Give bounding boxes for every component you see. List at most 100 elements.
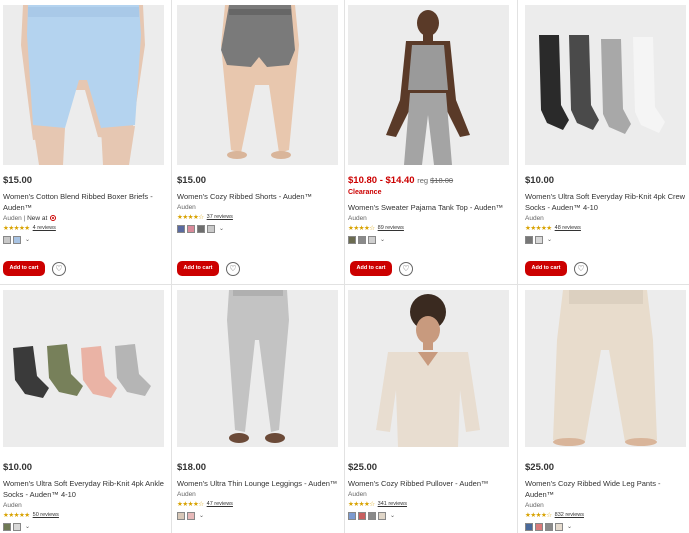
color-swatch[interactable] [378, 511, 386, 520]
product-card[interactable]: $25.00 Women's Cozy Ribbed Pullover - Au… [345, 285, 517, 533]
product-title[interactable]: Women's Cotton Blend Ribbed Boxer Briefs… [3, 191, 168, 213]
add-to-cart-button[interactable]: Add to cart [525, 261, 567, 276]
star-rating-icon: ★★★★☆ [348, 501, 375, 508]
product-price: $15.00 [3, 175, 33, 186]
product-image[interactable] [525, 5, 686, 165]
product-title[interactable]: Women's Cozy Ribbed Shorts - Auden™ [177, 191, 342, 202]
product-brand[interactable]: Auden [3, 501, 168, 510]
product-rating: ★★★★☆ 341 reviews [348, 500, 513, 509]
color-swatch[interactable] [348, 235, 356, 244]
color-swatch[interactable] [197, 224, 205, 233]
product-image[interactable] [525, 290, 686, 447]
product-card[interactable]: $15.00 Women's Cotton Blend Ribbed Boxer… [0, 0, 172, 285]
add-to-cart-button[interactable]: Add to cart [3, 261, 45, 276]
product-title[interactable]: Women's Cozy Ribbed Wide Leg Pants - Aud… [525, 478, 689, 500]
heart-icon[interactable]: ♡ [52, 261, 66, 276]
star-rating-icon: ★★★★★ [3, 225, 30, 232]
star-rating-icon: ★★★★★ [3, 512, 30, 519]
reviews-link[interactable]: 47 reviews [207, 500, 233, 509]
product-brand[interactable]: Auden [525, 214, 689, 223]
color-swatch[interactable] [13, 522, 21, 531]
target-bullseye-icon [50, 215, 57, 221]
star-rating-icon: ★★★★★ [525, 225, 552, 232]
chevron-down-icon[interactable]: ⌄ [390, 512, 395, 519]
color-swatch[interactable] [3, 522, 11, 531]
star-rating-icon: ★★★★☆ [177, 214, 204, 221]
color-swatch[interactable] [535, 522, 543, 531]
product-title[interactable]: Women's Ultra Thin Lounge Leggings - Aud… [177, 478, 342, 489]
color-swatch[interactable] [368, 511, 376, 520]
product-card[interactable]: $10.00 Women's Ultra Soft Everyday Rib-K… [518, 0, 689, 285]
product-brand[interactable]: Auden [525, 501, 689, 510]
product-card[interactable]: $25.00 Women's Cozy Ribbed Wide Leg Pant… [518, 285, 689, 533]
reviews-link[interactable]: 37 reviews [207, 213, 233, 222]
heart-icon[interactable]: ♡ [399, 261, 413, 276]
product-brand[interactable]: Auden [348, 214, 513, 223]
reviews-link[interactable]: 50 reviews [33, 511, 59, 520]
chevron-down-icon[interactable]: ⌄ [547, 236, 552, 243]
heart-icon[interactable]: ♡ [226, 261, 240, 276]
product-card[interactable]: $18.00 Women's Ultra Thin Lounge Legging… [172, 285, 344, 533]
color-swatch[interactable] [3, 235, 11, 244]
product-image[interactable] [177, 5, 338, 165]
product-title[interactable]: Women's Ultra Soft Everyday Rib-Knit 4pk… [3, 478, 168, 500]
color-swatches: ⌄ [525, 235, 689, 244]
product-grid: $15.00 Women's Cotton Blend Ribbed Boxer… [0, 0, 689, 533]
color-swatch[interactable] [348, 511, 356, 520]
reviews-link[interactable]: 832 reviews [555, 511, 584, 520]
product-brand[interactable]: Auden [177, 203, 342, 212]
color-swatch[interactable] [187, 511, 195, 520]
chevron-down-icon[interactable]: ⌄ [199, 512, 204, 519]
product-price: $10.80 - $14.40 reg $18.00 [348, 174, 513, 187]
product-image[interactable] [3, 290, 164, 447]
chevron-down-icon[interactable]: ⌄ [25, 236, 30, 243]
product-brand[interactable]: Auden [177, 490, 342, 499]
product-brand[interactable]: Auden [348, 490, 513, 499]
color-swatch[interactable] [177, 511, 185, 520]
product-rating: ★★★★☆ 37 reviews [177, 213, 342, 222]
color-swatch[interactable] [535, 235, 543, 244]
reviews-link[interactable]: 341 reviews [378, 500, 407, 509]
star-rating-icon: ★★★★☆ [177, 501, 204, 508]
color-swatch[interactable] [207, 224, 215, 233]
product-card[interactable]: $10.00 Women's Ultra Soft Everyday Rib-K… [0, 285, 172, 533]
color-swatch[interactable] [358, 511, 366, 520]
star-rating-icon: ★★★★☆ [525, 512, 552, 519]
color-swatches: ⌄ [177, 511, 342, 520]
product-image[interactable] [3, 5, 164, 165]
product-title[interactable]: Women's Ultra Soft Everyday Rib-Knit 4pk… [525, 191, 689, 213]
brand-name[interactable]: Auden [3, 215, 22, 222]
reviews-link[interactable]: 4 reviews [33, 224, 56, 233]
color-swatch[interactable] [187, 224, 195, 233]
color-swatch[interactable] [358, 235, 366, 244]
color-swatch[interactable] [525, 235, 533, 244]
chevron-down-icon[interactable]: ⌄ [567, 523, 572, 530]
color-swatches: ⌄ [348, 511, 513, 520]
reviews-link[interactable]: 89 reviews [378, 224, 404, 233]
chevron-down-icon[interactable]: ⌄ [25, 523, 30, 530]
product-image[interactable] [177, 290, 338, 447]
chevron-down-icon[interactable]: ⌄ [219, 225, 224, 232]
product-title[interactable]: Women's Sweater Pajama Tank Top - Auden™ [348, 202, 513, 213]
product-price: $25.00 [348, 462, 378, 473]
product-card[interactable]: $15.00 Women's Cozy Ribbed Shorts - Aude… [172, 0, 344, 285]
reviews-link[interactable]: 48 reviews [555, 224, 581, 233]
product-title[interactable]: Women's Cozy Ribbed Pullover - Auden™ [348, 478, 513, 489]
heart-icon[interactable]: ♡ [574, 261, 588, 276]
add-to-cart-button[interactable]: Add to cart [177, 261, 219, 276]
product-price: $10.00 [525, 175, 555, 186]
product-card[interactable]: $10.80 - $14.40 reg $18.00 Clearance Wom… [345, 0, 517, 285]
star-rating-icon: ★★★★☆ [348, 225, 375, 232]
color-swatch[interactable] [368, 235, 376, 244]
add-to-cart-button[interactable]: Add to cart [350, 261, 392, 276]
regular-price: $18.00 [430, 176, 454, 185]
color-swatch[interactable] [555, 522, 563, 531]
color-swatches: ⌄ [3, 522, 168, 531]
product-image[interactable] [348, 5, 509, 165]
product-image[interactable] [348, 290, 509, 447]
color-swatch[interactable] [13, 235, 21, 244]
color-swatch[interactable] [177, 224, 185, 233]
color-swatch[interactable] [545, 522, 553, 531]
chevron-down-icon[interactable]: ⌄ [380, 236, 385, 243]
color-swatch[interactable] [525, 522, 533, 531]
